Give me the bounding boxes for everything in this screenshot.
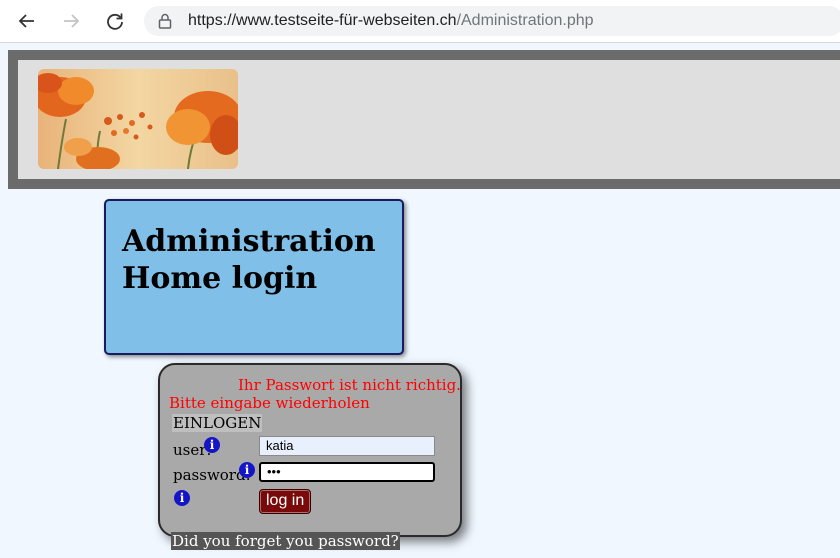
login-info-icon[interactable]: i (174, 490, 190, 506)
back-arrow-icon (18, 14, 34, 28)
url-text: https://www.testseite-für-webseiten.ch/A… (188, 12, 594, 30)
password-field[interactable]: ••• (259, 462, 435, 482)
forward-button[interactable] (58, 8, 84, 34)
forgot-password-link[interactable]: Did you forget you password? (171, 532, 400, 550)
reload-icon (107, 13, 123, 30)
page-title-box: Administration Home login (104, 199, 404, 355)
login-button[interactable]: log in (259, 489, 312, 514)
user-info-icon[interactable]: i (204, 437, 220, 453)
user-field[interactable]: katia (259, 436, 435, 456)
site-header (8, 50, 840, 189)
page-title-line2: Home login (122, 261, 318, 296)
error-message: Ihr Passwort ist nicht richtig. (238, 376, 461, 394)
lock-icon (158, 13, 172, 29)
poppy-flowers-logo (38, 69, 238, 169)
url-domain: https://www.testseite-für-webseiten.ch (188, 12, 457, 29)
login-panel: Ihr Passwort ist nicht richtig. Bitte ei… (158, 363, 462, 537)
header-panel (18, 60, 840, 179)
back-button[interactable] (14, 8, 40, 34)
login-heading: EINLOGEN (172, 414, 263, 432)
browser-toolbar: https://www.testseite-für-webseiten.ch/A… (0, 0, 840, 43)
password-info-icon[interactable]: i (239, 462, 255, 478)
address-bar[interactable]: https://www.testseite-für-webseiten.ch/A… (144, 6, 840, 36)
error-hint: Bitte eingabe wiederholen (169, 394, 370, 412)
page-title: Administration Home login (122, 223, 376, 297)
reload-button[interactable] (102, 8, 128, 34)
page-title-line1: Administration (122, 224, 376, 259)
url-path: /Administration.php (456, 12, 594, 29)
forward-arrow-icon (64, 14, 80, 28)
